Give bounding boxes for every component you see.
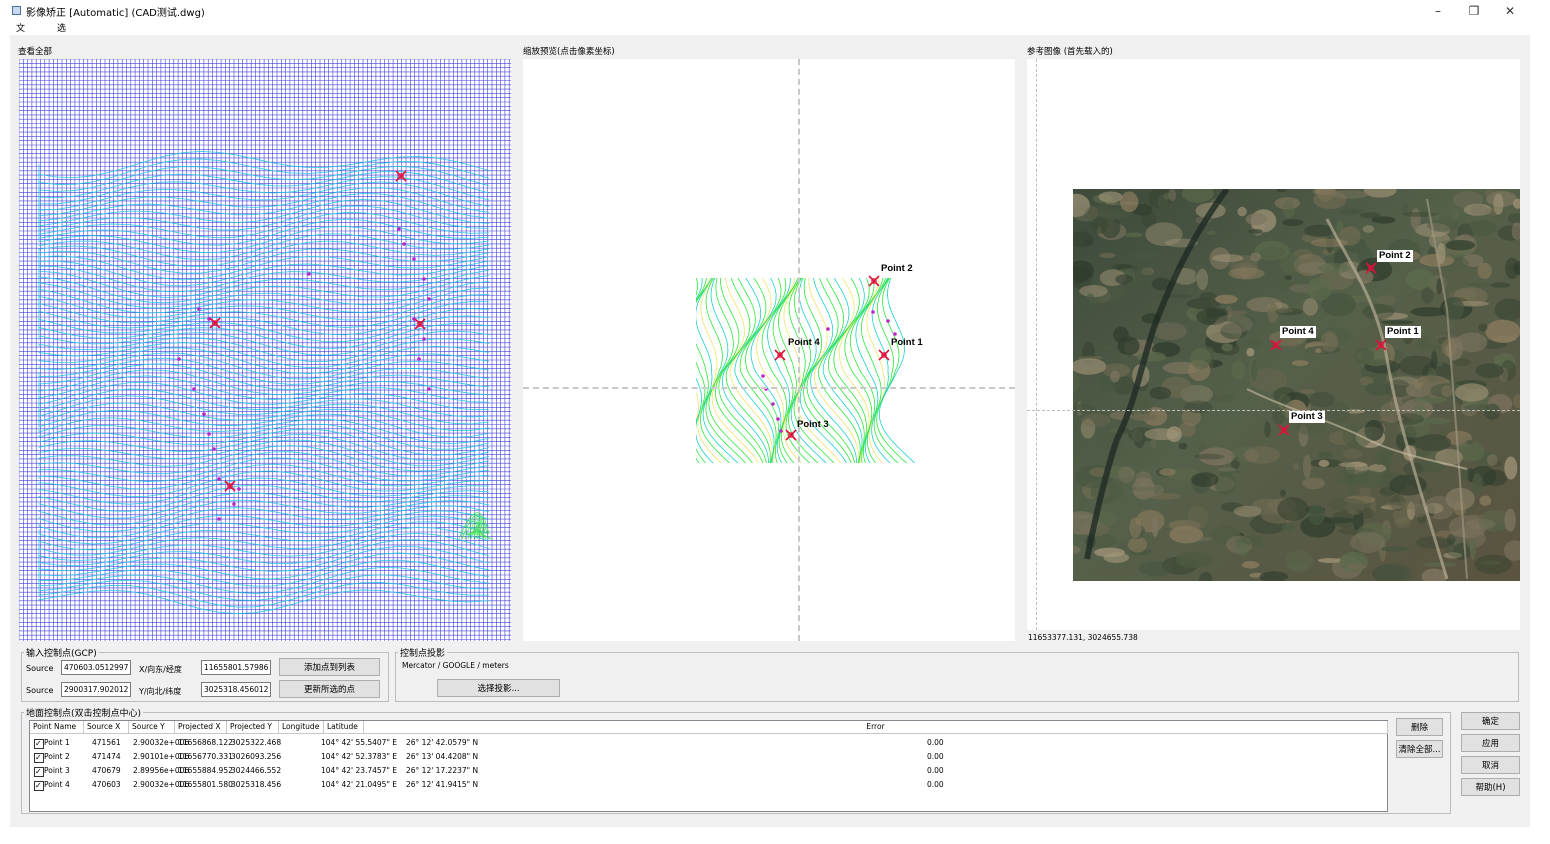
source-y-label: Source <box>26 686 54 695</box>
cell-lat: 26° 12' 17.2237" N <box>406 766 479 775</box>
cell-sx: 470679 <box>92 766 121 775</box>
crosshair-horizontal <box>523 387 1015 389</box>
cell-lon: 104° 42' 55.5407" E <box>321 738 398 747</box>
cell-py: 3026093.256 <box>231 752 282 761</box>
apply-button[interactable]: 应用 <box>1461 734 1520 752</box>
restore-button[interactable]: ❐ <box>1460 2 1488 20</box>
cell-err: 0.00 <box>927 780 944 789</box>
column-source-y[interactable]: Source Y <box>129 721 175 734</box>
column-longitude[interactable]: Longitude <box>279 721 324 734</box>
gcp-list-title: 地面控制点(双击控制点中心) <box>24 706 144 719</box>
column-projected-x[interactable]: Projected X <box>175 721 227 734</box>
projection-value: Mercator / GOOGLE / meters <box>402 661 509 670</box>
cell-px: 11656770.331 <box>178 752 233 761</box>
zoom-point-2-label: Point 2 <box>881 263 913 274</box>
ref-crosshair-vertical <box>1036 59 1037 630</box>
source-y-field[interactable]: 2900317.902012 <box>61 682 131 697</box>
minimize-button[interactable]: – <box>1424 2 1452 20</box>
column-source-x[interactable]: Source X <box>84 721 129 734</box>
column-latitude[interactable]: Latitude <box>324 721 364 734</box>
remove-all-button[interactable]: 清除全部... <box>1396 740 1443 758</box>
overview-canvas <box>19 59 511 641</box>
column-error[interactable]: Error <box>364 721 1388 734</box>
zoom-view[interactable]: Point 2 Point 1 Point 4 Point 3 <box>523 59 1015 641</box>
projection-group <box>395 652 1519 702</box>
cell-lon: 104° 42' 52.3783" E <box>321 752 398 761</box>
cell-err: 0.00 <box>927 738 944 747</box>
help-button[interactable]: 帮助(H) <box>1461 778 1520 796</box>
cell-py: 3025318.456 <box>231 780 282 789</box>
cell-err: 0.00 <box>927 752 944 761</box>
ref-point-2-label: Point 2 <box>1377 250 1413 262</box>
table-row[interactable]: Point 44706032.90032e+00611655801.580302… <box>30 778 1388 793</box>
app-icon <box>12 6 21 15</box>
window-title: 影像矫正 [Automatic] (CAD测试.dwg) <box>26 8 205 19</box>
ref-point-3-label: Point 3 <box>1289 411 1325 423</box>
cell-lat: 26° 13' 04.4208" N <box>406 752 479 761</box>
source-x-label: Source <box>26 664 54 673</box>
cell-sx: 471474 <box>92 752 121 761</box>
overview-view[interactable] <box>19 59 511 641</box>
table-row[interactable]: Point 24714742.90101e+00611656770.331302… <box>30 750 1388 765</box>
close-button[interactable]: ✕ <box>1496 2 1524 20</box>
cell-px: 11655884.952 <box>178 766 233 775</box>
cell-sx: 470603 <box>92 780 121 789</box>
cell-py: 3024466.552 <box>231 766 282 775</box>
row-checkbox[interactable] <box>34 737 44 751</box>
ref-point-4-label: Point 4 <box>1280 326 1316 338</box>
coordinate-readout: 11653377.131, 3024655.738 <box>1028 633 1138 642</box>
select-projection-button[interactable]: 选择投影... <box>437 679 560 697</box>
cell-lat: 26° 12' 41.9415" N <box>406 780 479 789</box>
cell-name: Point 2 <box>44 752 70 761</box>
row-checkbox[interactable] <box>34 779 44 793</box>
cell-err: 0.00 <box>927 766 944 775</box>
gcp-table[interactable]: Point Name Source X Source Y Projected X… <box>29 720 1388 812</box>
contour-lines-green <box>458 512 493 540</box>
zoom-point-1-label: Point 1 <box>891 337 923 348</box>
ok-button[interactable]: 确定 <box>1461 712 1520 730</box>
zoom-point-4-label: Point 4 <box>788 337 820 348</box>
cell-lon: 104° 42' 23.7457" E <box>321 766 398 775</box>
zoom-canvas <box>696 275 921 463</box>
delete-button[interactable]: 删除 <box>1396 718 1443 736</box>
source-x-field[interactable]: 470603.0512997 <box>61 660 131 675</box>
table-row[interactable]: Point 14715612.90032e+00611656868.122302… <box>30 736 1388 751</box>
crosshair-vertical <box>798 59 800 641</box>
column-projected-y[interactable]: Projected Y <box>227 721 279 734</box>
zoom-point-3-label: Point 3 <box>797 419 829 430</box>
projection-title: 控制点投影 <box>398 646 448 659</box>
y-north-label: Y/向北/纬度 <box>139 687 182 696</box>
row-checkbox[interactable] <box>34 751 44 765</box>
column-point-name[interactable]: Point Name <box>30 721 84 734</box>
reference-view[interactable]: Point 2 Point 1 Point 4 Point 3 <box>1027 59 1520 630</box>
satellite-image <box>1073 189 1520 581</box>
zoom-label: 缩放预览(点击像素坐标) <box>523 47 615 57</box>
gcp-input-title: 输入控制点(GCP) <box>24 646 99 659</box>
cell-lon: 104° 42' 21.0495" E <box>321 780 398 789</box>
row-checkbox[interactable] <box>34 765 44 779</box>
cell-name: Point 3 <box>44 766 70 775</box>
cell-px: 11655801.580 <box>178 780 233 789</box>
overview-label: 查看全部 <box>18 47 53 57</box>
cell-px: 11656868.122 <box>178 738 233 747</box>
add-point-button[interactable]: 添加点到列表 <box>279 658 380 676</box>
cell-py: 3025322.468 <box>231 738 282 747</box>
ref-point-1-label: Point 1 <box>1385 326 1421 338</box>
projected-y-field[interactable]: 3025318.456012 <box>201 682 271 697</box>
table-row[interactable]: Point 34706792.89956e+00611655884.952302… <box>30 764 1388 779</box>
cell-name: Point 1 <box>44 738 70 747</box>
cancel-button[interactable]: 取消 <box>1461 756 1520 774</box>
cell-lat: 26° 12' 42.0579" N <box>406 738 479 747</box>
cell-sx: 471561 <box>92 738 121 747</box>
cell-name: Point 4 <box>44 780 70 789</box>
projected-x-field[interactable]: 11655801.57986 <box>201 660 271 675</box>
ref-crosshair-horizontal <box>1027 410 1520 411</box>
reference-label: 参考图像 (首先载入的) <box>1027 47 1113 57</box>
x-east-label: X/向东/经度 <box>139 665 182 674</box>
title-bar: 影像矫正 [Automatic] (CAD测试.dwg) – ❐ ✕ <box>0 0 1550 22</box>
update-point-button[interactable]: 更新所选的点 <box>279 680 380 698</box>
